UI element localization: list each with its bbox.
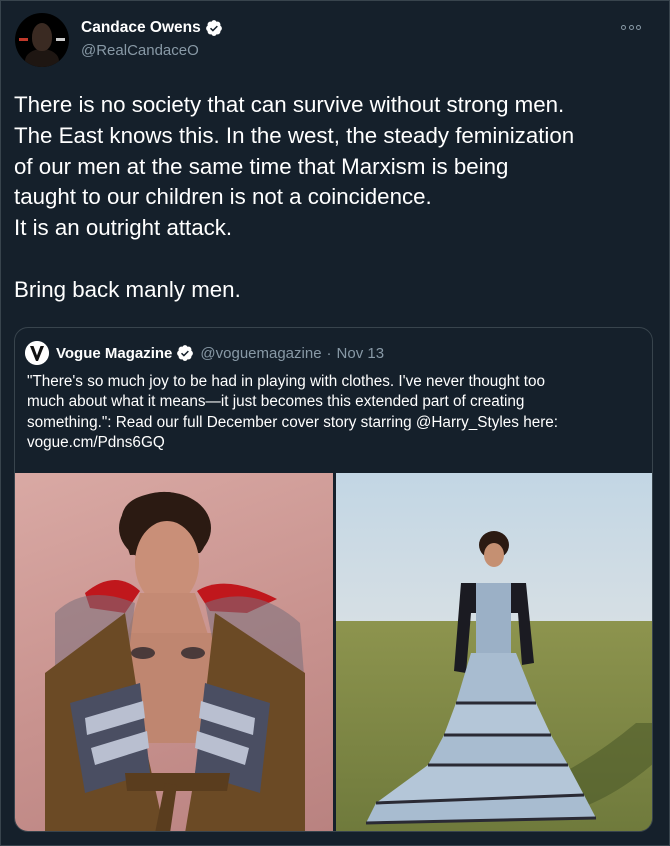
verified-badge-icon — [205, 20, 222, 36]
quoted-media — [15, 473, 652, 831]
tweet-text-line: There is no society that can survive wit… — [14, 92, 565, 117]
quoted-text-line: vogue.cm/Pdns6GQ — [27, 433, 165, 451]
tweet-text-line: of our men at the same time that Marxism… — [14, 153, 509, 179]
media-photo-right[interactable] — [336, 473, 652, 831]
tweet-text-line: The East knows this. In the west, the st… — [14, 122, 575, 148]
tweet-text-line: taught to our children is not a coincide… — [14, 184, 432, 210]
quoted-tweet-text: "There's so much joy to be had in playin… — [27, 372, 642, 453]
tweet-text: There is no society that can survive wit… — [14, 90, 664, 306]
author-name[interactable]: Candace Owens — [81, 19, 201, 37]
verified-badge-icon — [177, 345, 194, 361]
tweet-text-line — [14, 244, 664, 275]
tweet-text-line: It is an outright attack. — [14, 215, 233, 241]
quoted-tweet[interactable]: Vogue Magazine @voguemagazine · Nov 13 "… — [14, 327, 653, 832]
quoted-text-line: "There's so much joy to be had in playin… — [27, 373, 546, 390]
more-options-icon[interactable] — [621, 22, 641, 32]
quoted-author-handle[interactable]: @voguemagazine — [200, 345, 321, 362]
quoted-date[interactable]: Nov 13 — [337, 345, 385, 362]
vogue-logo-icon[interactable] — [25, 341, 49, 365]
author-handle[interactable]: @RealCandaceO — [81, 42, 199, 59]
quoted-author-name[interactable]: Vogue Magazine — [56, 345, 172, 362]
tweet-text-line: Bring back manly men. — [14, 276, 241, 302]
quoted-tweet-header: Vogue Magazine @voguemagazine · Nov 13 — [25, 341, 384, 365]
separator-dot: · — [326, 344, 332, 362]
quoted-text-line: much about what it means—it just becomes… — [27, 393, 525, 411]
media-photo-left[interactable] — [15, 473, 333, 831]
tweet-card: Candace Owens @RealCandaceO There is no … — [0, 0, 670, 846]
quoted-text-line: something.": Read our full December cove… — [27, 413, 559, 431]
author-avatar[interactable] — [15, 13, 69, 67]
author-name-row[interactable]: Candace Owens — [81, 19, 223, 37]
